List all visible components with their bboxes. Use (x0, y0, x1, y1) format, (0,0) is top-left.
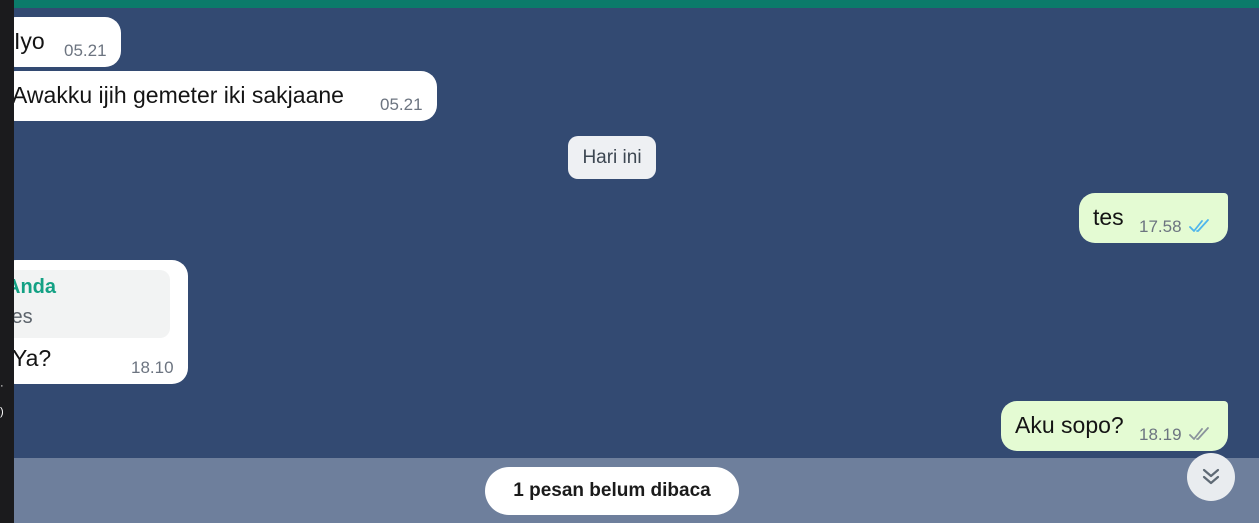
message-time: 05.21 (64, 41, 107, 60)
chat-area[interactable]: Iyo 05.21 Awakku ijih gemeter iki sakjaa… (14, 0, 1259, 523)
double-check-icon (1189, 427, 1209, 440)
reply-text: tes (14, 306, 33, 328)
message-text: Awakku ijih gemeter iki sakjaane (14, 82, 344, 108)
message-time: 18.19 (1139, 425, 1182, 444)
message-text: Aku sopo? (1015, 412, 1124, 438)
message-time: 17.58 (1139, 217, 1182, 236)
double-check-icon (1189, 219, 1209, 232)
message-incoming-reply[interactable]: Anda tes Ya? 18.10 (14, 260, 188, 384)
message-time: 05.21 (380, 95, 423, 114)
date-divider: Hari ini (568, 136, 656, 179)
reply-quote[interactable]: Anda tes (14, 270, 170, 338)
message-incoming[interactable]: Iyo 05.21 (14, 17, 121, 67)
message-incoming[interactable]: Awakku ijih gemeter iki sakjaane 05.21 (14, 71, 437, 121)
message-text: Ya? (14, 345, 52, 371)
edge-mark: ) (0, 406, 4, 418)
message-outgoing[interactable]: tes 17.58 (1079, 193, 1228, 243)
unread-messages-button[interactable]: 1 pesan belum dibaca (485, 467, 739, 515)
left-edge-panel: · ) (0, 0, 14, 523)
message-outgoing[interactable]: Aku sopo? 18.19 (1001, 401, 1228, 451)
message-time: 18.10 (131, 358, 174, 377)
message-text: Iyo (14, 28, 45, 54)
message-text: tes (1093, 204, 1124, 230)
double-chevron-down-icon (1202, 468, 1220, 485)
scroll-to-bottom-button[interactable] (1187, 453, 1235, 501)
edge-mark: · (0, 380, 4, 392)
reply-author: Anda (14, 276, 56, 298)
header-bar-edge (14, 0, 1259, 8)
